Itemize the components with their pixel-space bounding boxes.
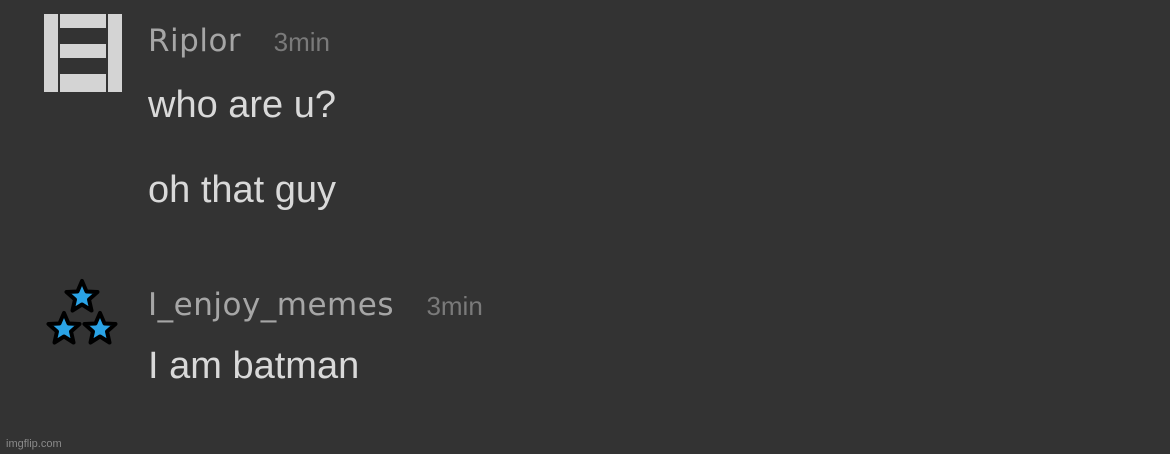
username[interactable]: I_enjoy_memes [148,287,394,323]
watermark: imgflip.com [6,438,62,450]
three-stars-avatar-graphic [46,279,118,345]
three-stars-avatar-icon[interactable] [44,278,122,356]
chat-message: Riplor 3min who are u? oh that guy [0,0,1170,240]
message-header: I_enjoy_memes 3min [148,287,483,323]
username[interactable]: Riplor [148,23,241,59]
chat-message: I_enjoy_memes 3min I am batman [0,240,1170,454]
timestamp: 3min [273,27,330,57]
timestamp: 3min [426,291,483,321]
pixel-block-avatar-icon[interactable] [44,14,122,92]
message-text: I am batman [148,345,360,387]
message-text: who are u? [148,84,337,126]
message-header: Riplor 3min [148,23,330,59]
message-text: oh that guy [148,169,337,211]
pixel-block-avatar-graphic [44,14,122,92]
